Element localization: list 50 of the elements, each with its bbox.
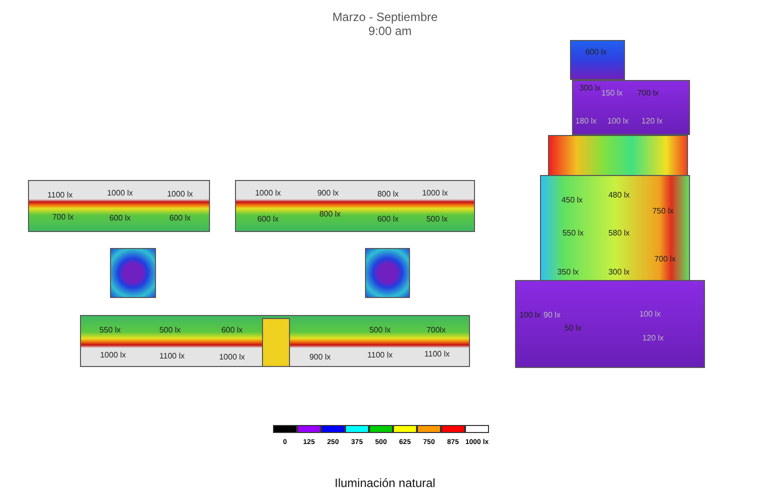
illuminance-label: 550 lx <box>562 228 584 238</box>
illuminance-label: 100 lx <box>639 310 661 318</box>
illuminance-label: 300 lx <box>608 268 630 276</box>
illuminance-label: 600 lx <box>221 326 243 334</box>
illuminance-label: 1000 lx <box>107 188 133 198</box>
illuminance-label: 600 lx <box>169 214 191 222</box>
illuminance-label: 300 lx <box>579 84 601 92</box>
illuminance-label: 480 lx <box>608 190 630 200</box>
illuminance-label: 700 lx <box>637 88 659 98</box>
illuminance-label: 900 lx <box>309 352 331 362</box>
illuminance-label: 600 lx <box>585 48 607 56</box>
illuminance-label: 800 lx <box>319 210 341 218</box>
illuminance-label: 600 lx <box>109 214 131 222</box>
illuminance-label: 1100 lx <box>47 190 73 200</box>
illuminance-label: 50 lx <box>564 324 582 332</box>
illuminance-label: 1000 lx <box>255 188 281 198</box>
illuminance-label: 120 lx <box>642 334 664 342</box>
illuminance-label: 1100 lx <box>159 352 185 360</box>
illuminance-label: 500 lx <box>159 326 181 334</box>
illuminance-label: 150 lx <box>601 88 623 98</box>
illuminance-label: 350 lx <box>557 268 579 276</box>
floor-plan-drawing <box>365 248 410 298</box>
illuminance-label: 900 lx <box>317 188 339 198</box>
illuminance-label: 500 lx <box>369 326 391 334</box>
illuminance-label: 100 lx <box>607 116 629 126</box>
illuminance-label: 580 lx <box>608 228 630 238</box>
illuminance-label: 700 lx <box>654 254 676 264</box>
illuminance-label: 450 lx <box>561 196 583 204</box>
illuminance-label: 500 lx <box>426 214 448 224</box>
illuminance-label: 120 lx <box>641 116 663 126</box>
illuminance-label: 1000 lx <box>219 352 245 362</box>
floor-plan-drawing <box>110 248 156 298</box>
illuminance-label: 1000 lx <box>167 190 193 198</box>
illuminance-label: 550 lx <box>99 326 121 334</box>
chart-title: Marzo - Septiembre <box>332 10 438 24</box>
illuminance-label: 1000 lx <box>422 188 448 198</box>
illuminance-label: 700 lx <box>52 212 74 222</box>
illuminance-label: 700lx <box>426 326 446 334</box>
illuminance-label: 1000 lx <box>100 350 126 360</box>
chart-subtitle: 9:00 am <box>367 24 412 38</box>
illuminance-label: 180 lx <box>575 116 597 126</box>
figure-caption: Iluminación natural <box>334 476 436 490</box>
illuminance-label: 750 lx <box>652 206 674 216</box>
illuminance-label: 100 lx <box>519 310 541 320</box>
illuminance-label: 600 lx <box>257 214 279 224</box>
illuminance-label: 1100 lx <box>424 350 450 358</box>
illuminance-label: 600 lx <box>377 214 399 224</box>
illuminance-label: 90 lx <box>544 310 560 320</box>
illuminance-label: 1100 lx <box>367 350 393 360</box>
illuminance-label: 800 lx <box>377 190 399 198</box>
